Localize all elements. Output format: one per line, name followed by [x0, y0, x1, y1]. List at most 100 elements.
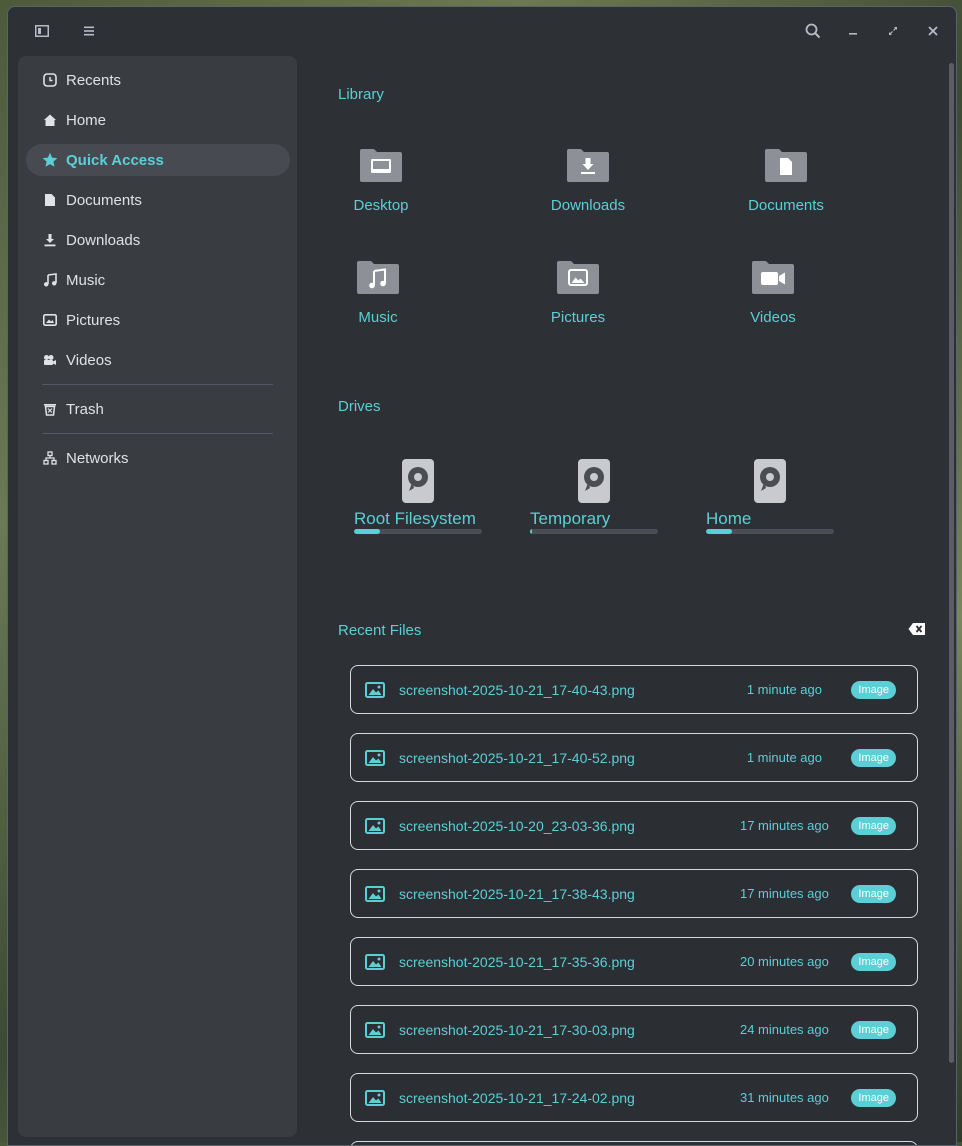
library-item-downloads[interactable]: Downloads — [508, 147, 668, 237]
recent-file-row[interactable]: screenshot-2025-10-21_17-38-43.png 17 mi… — [350, 869, 918, 918]
file-name: screenshot-2025-10-21_17-38-43.png — [399, 885, 635, 902]
search-icon[interactable] — [801, 19, 825, 43]
image-file-icon — [365, 681, 385, 698]
network-icon — [42, 450, 58, 466]
image-file-icon — [365, 817, 385, 834]
image-file-icon — [365, 1021, 385, 1038]
drive-icon — [402, 459, 434, 503]
sidebar-item-label: Documents — [66, 191, 142, 209]
home-icon — [42, 112, 58, 128]
library-item-desktop[interactable]: Desktop — [301, 147, 461, 237]
clear-icon[interactable] — [908, 622, 928, 638]
sidebar-item-videos[interactable]: Videos — [26, 344, 290, 376]
image-file-icon — [365, 1089, 385, 1106]
file-manager-window: Recents Home Quick Access Documents Down… — [7, 6, 957, 1146]
recent-file-row[interactable]: screenshot-2025-10-21_17-40-52.png 1 min… — [350, 733, 918, 782]
file-name: screenshot-2025-10-21_17-40-52.png — [399, 749, 635, 766]
drive-temporary[interactable]: Temporary — [530, 459, 658, 539]
videos-folder-icon — [752, 261, 794, 294]
drive-home[interactable]: Home — [706, 459, 834, 539]
sidebar-item-trash[interactable]: Trash — [26, 393, 290, 425]
sidebar-item-downloads[interactable]: Downloads — [26, 224, 290, 256]
sidebar: Recents Home Quick Access Documents Down… — [18, 56, 297, 1137]
drive-icon — [754, 459, 786, 503]
sidebar-item-quick-access[interactable]: Quick Access — [26, 144, 290, 176]
file-type-badge: Image — [851, 680, 896, 699]
minimize-icon[interactable] — [841, 19, 865, 43]
recent-file-row[interactable]: screenshot-2025-10-20_23-03-36.png 17 mi… — [350, 801, 918, 850]
clock-icon — [42, 72, 58, 88]
sidebar-item-label: Music — [66, 271, 106, 289]
sidebar-divider — [42, 433, 273, 434]
recent-file-row[interactable]: screenshot-2025-10-21_17-24-02.png 31 mi… — [350, 1073, 918, 1122]
drive-usage-fill — [354, 529, 380, 534]
music-icon — [42, 272, 58, 288]
drive-label: Root Filesystem — [354, 509, 476, 528]
image-file-icon — [365, 953, 385, 970]
trash-icon — [42, 401, 58, 417]
download-icon — [42, 232, 58, 248]
library-item-label: Pictures — [550, 309, 606, 326]
restore-icon[interactable] — [881, 19, 905, 43]
sidebar-item-documents[interactable]: Documents — [26, 184, 290, 216]
sidebar-divider — [42, 384, 273, 385]
sidebar-item-label: Videos — [66, 351, 112, 369]
recent-files-title: Recent Files — [338, 622, 422, 639]
sidebar-item-home[interactable]: Home — [26, 104, 290, 136]
file-time: 20 minutes ago — [739, 954, 829, 969]
file-time: 17 minutes ago — [739, 886, 829, 901]
file-type-badge: Image — [851, 1088, 896, 1107]
file-type-badge: Image — [851, 1020, 896, 1039]
file-name: screenshot-2025-10-21_17-30-03.png — [399, 1021, 635, 1038]
titlebar — [8, 7, 956, 57]
file-type-badge: Image — [851, 884, 896, 903]
recent-file-row[interactable]: screenshot-2025-10-21_17-30-03.png 24 mi… — [350, 1005, 918, 1054]
library-item-label: Music — [358, 309, 398, 326]
library-item-documents[interactable]: Documents — [706, 147, 866, 237]
sidebar-item-music[interactable]: Music — [26, 264, 290, 296]
drive-root-filesystem[interactable]: Root Filesystem — [354, 459, 482, 539]
library-item-music[interactable]: Music — [298, 259, 458, 349]
documents-folder-icon — [765, 149, 807, 182]
sidebar-item-pictures[interactable]: Pictures — [26, 304, 290, 336]
sidebar-item-label: Home — [66, 111, 107, 129]
main-content: Library Desktop Downloads Documents Musi… — [298, 56, 956, 1145]
file-type-badge: Image — [851, 952, 896, 971]
drive-usage-fill — [530, 529, 532, 534]
sidebar-item-label: Recents — [66, 71, 122, 89]
sidebar-toggle-icon[interactable] — [30, 19, 54, 43]
document-icon — [42, 192, 58, 208]
downloads-folder-icon — [567, 149, 609, 182]
file-type-badge: Image — [851, 748, 896, 767]
sidebar-item-label: Networks — [66, 449, 129, 467]
library-item-label: Documents — [748, 197, 824, 214]
menu-icon[interactable] — [77, 19, 101, 43]
library-item-label: Downloads — [550, 197, 626, 214]
drive-icon — [578, 459, 610, 503]
sidebar-item-networks[interactable]: Networks — [26, 442, 290, 474]
library-item-pictures[interactable]: Pictures — [498, 259, 658, 349]
sidebar-item-label: Downloads — [66, 231, 141, 249]
drives-title: Drives — [338, 398, 381, 415]
image-file-icon — [365, 749, 385, 766]
file-time: 31 minutes ago — [739, 1090, 829, 1105]
desktop-folder-icon — [360, 149, 402, 182]
recent-file-row[interactable]: screenshot-2025-10-21_17-40-43.png 1 min… — [350, 665, 918, 714]
sidebar-item-label: Pictures — [66, 311, 121, 329]
pictures-folder-icon — [557, 261, 599, 294]
close-icon[interactable] — [921, 19, 945, 43]
drive-label: Temporary — [530, 509, 611, 528]
drive-usage-bar — [706, 529, 834, 534]
library-item-label: Desktop — [353, 197, 409, 214]
sidebar-item-recents[interactable]: Recents — [26, 64, 290, 96]
scrollbar[interactable] — [949, 63, 954, 1063]
video-icon — [42, 352, 58, 368]
file-name: screenshot-2025-10-21_17-35-36.png — [399, 953, 635, 970]
drive-usage-fill — [706, 529, 732, 534]
recent-file-row[interactable]: screenshot-2025-10-21_17-35-36.png 20 mi… — [350, 937, 918, 986]
file-name: screenshot-2025-10-20_23-03-36.png — [399, 817, 635, 834]
music-folder-icon — [357, 261, 399, 294]
star-icon — [42, 152, 58, 168]
drive-label: Home — [706, 509, 752, 528]
library-item-videos[interactable]: Videos — [693, 259, 853, 349]
